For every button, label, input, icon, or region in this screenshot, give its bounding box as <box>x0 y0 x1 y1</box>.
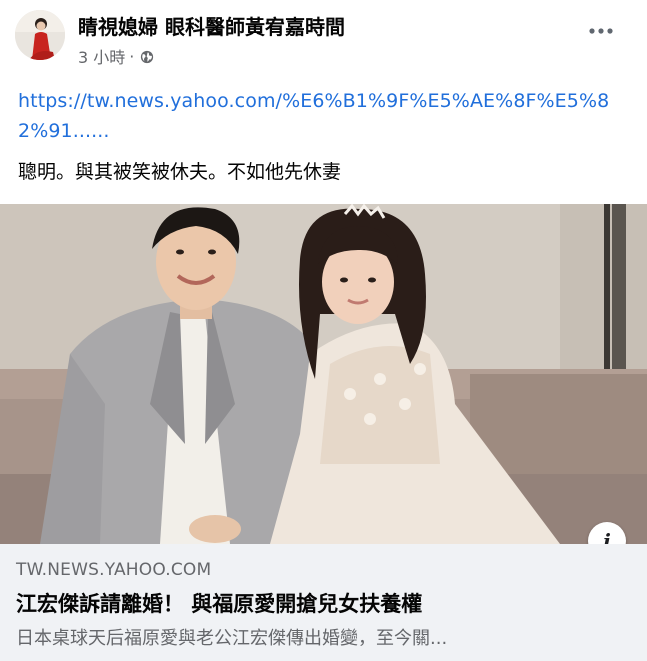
preview-domain: TW.NEWS.YAHOO.COM <box>16 560 212 580</box>
post-timestamp[interactable]: 3 小時 <box>78 44 125 68</box>
post-link[interactable]: https://tw.news.yahoo.com/%E6%B1%9F%E5%A… <box>18 86 630 146</box>
globe-icon[interactable] <box>140 49 154 64</box>
author-avatar[interactable] <box>15 10 65 60</box>
link-preview[interactable]: TW.NEWS.YAHOO.COM 江宏傑訴請離婚！ 與福原愛開搶兒女扶養權 日… <box>0 544 647 661</box>
preview-image[interactable] <box>0 204 647 544</box>
preview-description: 日本桌球天后福原愛與老公江宏傑傳出婚變，至今關... <box>16 628 448 649</box>
more-options-icon[interactable] <box>588 18 614 44</box>
post-meta: 3 小時 · <box>78 44 154 68</box>
post-caption: 聰明。與其被笑被休夫。不如他先休妻 <box>18 161 342 183</box>
facebook-post: 睛視媳婦 眼科醫師黃宥嘉時間 3 小時 · https://tw.news.ya… <box>0 0 647 661</box>
author-name[interactable]: 睛視媳婦 眼科醫師黃宥嘉時間 <box>78 11 345 40</box>
meta-separator: · <box>129 46 135 66</box>
preview-headline[interactable]: 江宏傑訴請離婚！ 與福原愛開搶兒女扶養權 <box>16 588 422 618</box>
